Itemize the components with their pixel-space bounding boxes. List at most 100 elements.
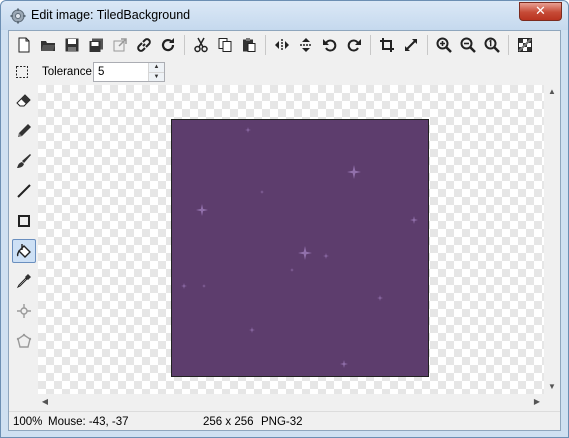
zoom-out-button[interactable] [457,34,479,56]
polygon-tool-icon [16,333,32,348]
move-tool-icon [17,304,31,318]
brush-tool-icon [17,154,31,168]
zoom-in-icon [436,37,452,53]
pencil-tool-icon [18,124,31,137]
tolerance-stepper[interactable]: ▲ ▼ [93,62,165,82]
window-title: Edit image: TiledBackground [31,8,191,22]
fill-bucket-tool[interactable] [12,239,36,263]
save-copy-button[interactable] [85,34,107,56]
fill-bucket-tool-icon [16,244,31,258]
save-copy-icon [89,38,103,52]
close-button[interactable]: ✕ [519,2,562,21]
new-file-icon [18,37,30,53]
brush-tool[interactable] [12,149,36,173]
zoom-in-button[interactable] [433,34,455,56]
scroll-up-icon[interactable]: ▲ [544,85,560,99]
copy-button[interactable] [214,34,236,56]
cut-icon [194,37,208,53]
sparkle-mark [245,127,251,133]
toolbar-separator [427,35,428,55]
flip-vertical-button[interactable] [295,34,317,56]
sparkle-mark [410,216,418,224]
resize-icon [405,39,417,51]
eraser-tool[interactable] [12,89,36,113]
rectangle-tool[interactable] [12,209,36,233]
link-button[interactable] [133,34,155,56]
sparkle-mark [290,268,294,272]
link-icon [137,38,151,52]
polygon-tool[interactable] [12,329,36,353]
image-canvas[interactable] [38,85,544,394]
open-button[interactable] [37,34,59,56]
zoom-out-icon [460,37,476,53]
tool-strip [9,85,37,405]
sparkle-mark [181,283,187,289]
rotate-left-icon [323,39,337,52]
scroll-left-icon[interactable]: ◀ [38,394,52,410]
sparkle-mark [298,246,312,260]
rectangle-tool-icon [18,215,30,227]
sparkle-mark [347,165,361,179]
line-tool[interactable] [12,179,36,203]
tolerance-input[interactable] [94,63,146,81]
save-button[interactable] [61,34,83,56]
refresh-icon [161,38,175,52]
paste-button[interactable] [238,34,260,56]
zoom-actual-button[interactable] [481,34,503,56]
eyedropper-tool-icon [16,274,31,289]
transparency-grid-button[interactable] [514,34,536,56]
new-file-button[interactable] [13,34,35,56]
rotate-right-icon [347,39,361,52]
paste-icon [243,38,256,52]
eyedropper-tool[interactable] [12,269,36,293]
toolbar-separator [265,35,266,55]
copy-icon [218,38,232,52]
editor-window: Edit image: TiledBackground ✕ Tolerance … [0,0,569,438]
crop-button[interactable] [376,34,398,56]
toolbar-separator [508,35,509,55]
vertical-scrollbar[interactable]: ▲ ▼ [544,85,560,394]
sparkle-mark [202,284,206,288]
sparkle-mark [260,190,264,194]
refresh-button[interactable] [157,34,179,56]
external-edit-icon [113,38,127,52]
rotate-right-button[interactable] [343,34,365,56]
pencil-tool[interactable] [12,119,36,143]
resize-button[interactable] [400,34,422,56]
move-tool[interactable] [12,299,36,323]
cut-button[interactable] [190,34,212,56]
mouse-position: Mouse: -43, -37 [48,416,129,428]
title-bar[interactable]: Edit image: TiledBackground ✕ [1,1,568,30]
spin-up-icon[interactable]: ▲ [149,63,164,72]
client-area: Tolerance ▲ ▼ [8,30,561,431]
open-folder-icon [41,41,55,51]
flip-horizontal-button[interactable] [271,34,293,56]
tolerance-label: Tolerance [42,66,92,78]
flip-horizontal-icon [275,39,289,51]
external-edit-button[interactable] [109,34,131,56]
transparency-grid-icon [518,38,532,52]
toolbar-separator [184,35,185,55]
scroll-down-icon[interactable]: ▼ [544,380,560,394]
sparkle-mark [323,253,329,259]
save-icon [65,38,79,52]
sparkle-mark [340,360,348,368]
main-toolbar [9,31,560,59]
zoom-level: 100% [13,416,43,428]
flip-vertical-icon [300,38,312,52]
options-bar: Tolerance ▲ ▼ [9,60,560,84]
sparkle-mark [377,295,383,301]
sparkle-mark [196,204,208,216]
rotate-left-button[interactable] [319,34,341,56]
crop-icon [380,38,394,52]
edited-image[interactable] [171,119,429,377]
selection-marquee-icon[interactable] [14,64,30,80]
toolbar-separator [370,35,371,55]
horizontal-scrollbar[interactable]: ◀ ▶ [38,394,544,410]
tolerance-spin: ▲ ▼ [148,63,164,81]
line-tool-icon [17,184,31,198]
zoom-actual-icon [484,37,500,53]
sparkle-mark [249,327,255,333]
spin-down-icon[interactable]: ▼ [149,72,164,81]
scroll-right-icon[interactable]: ▶ [530,394,544,410]
